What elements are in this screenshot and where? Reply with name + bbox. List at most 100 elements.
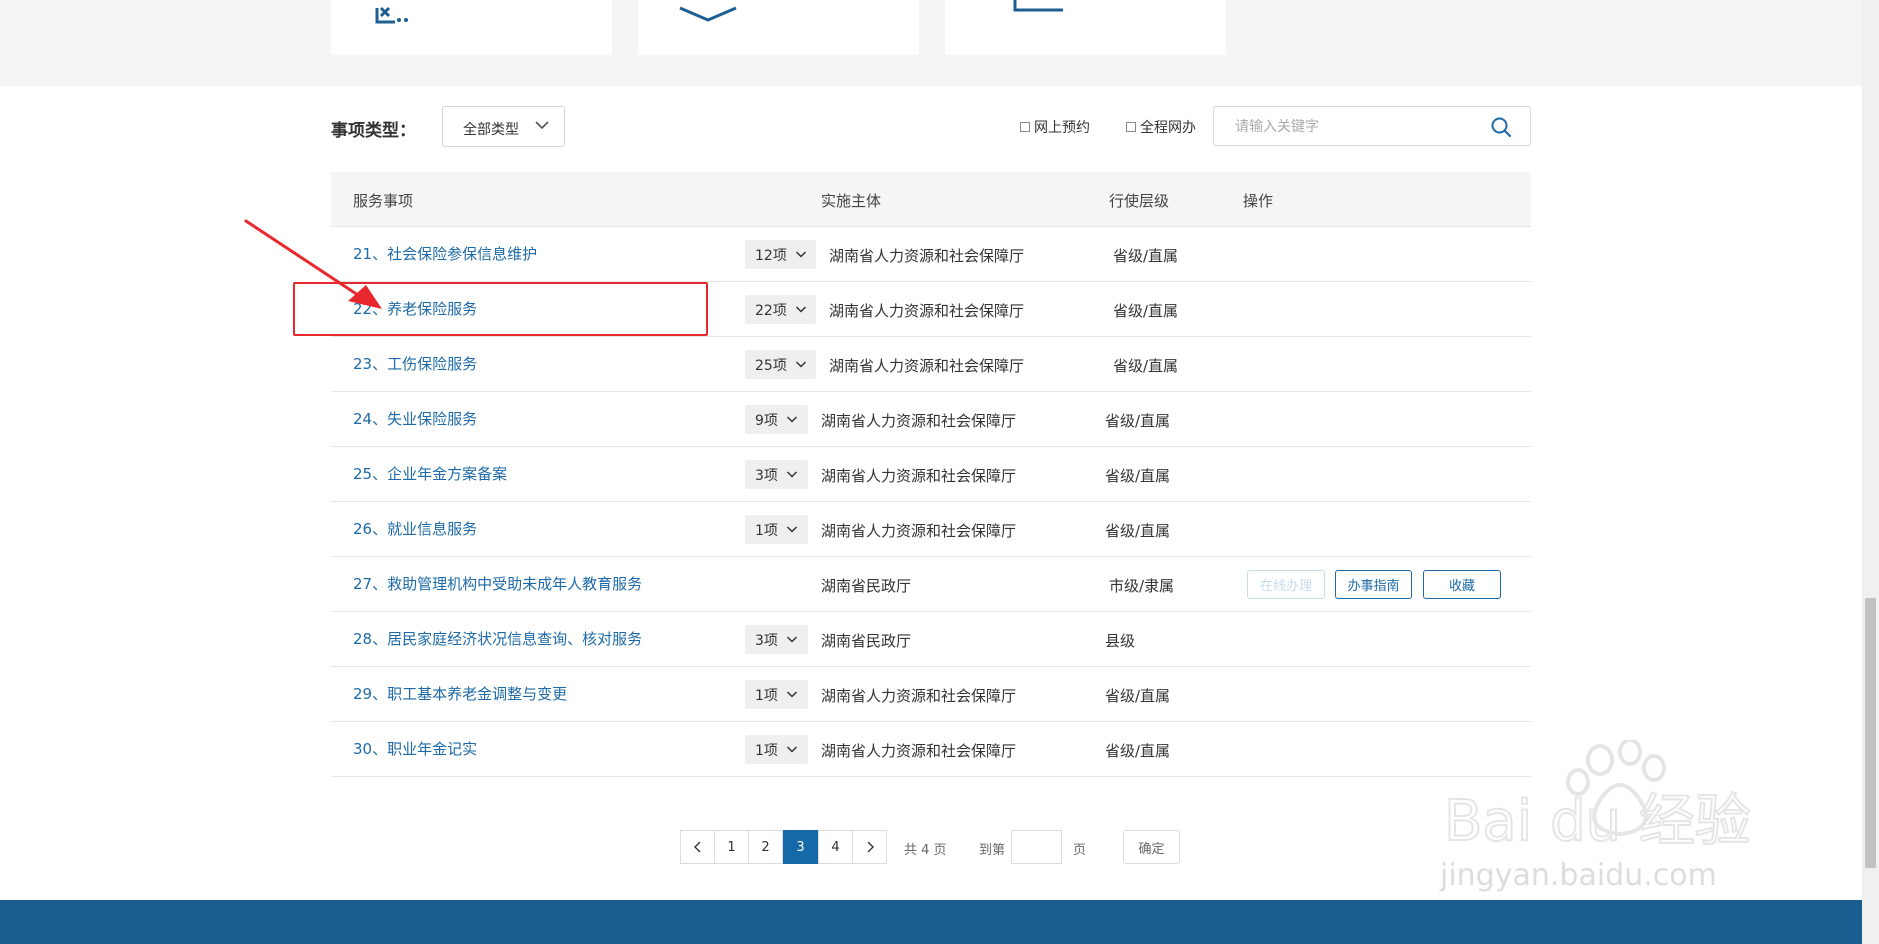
shield-icon	[679, 6, 737, 22]
sub-items-toggle[interactable]: 12项	[745, 240, 816, 269]
header-ops: 操作	[1243, 192, 1274, 210]
level-cell: 省级/直属	[1105, 687, 1171, 705]
chevron-left-icon	[693, 841, 700, 853]
sub-items-toggle[interactable]: 1项	[745, 735, 808, 764]
sub-items-toggle[interactable]: 1项	[745, 680, 808, 709]
page-button[interactable]: 4	[818, 830, 853, 864]
agency-cell: 湖南省人力资源和社会保障厅	[821, 412, 1017, 430]
agency-cell: 湖南省人力资源和社会保障厅	[821, 687, 1017, 705]
service-link[interactable]: 25、企业年金方案备案	[353, 463, 507, 484]
sub-items-count: 1项	[755, 687, 778, 704]
type-filter-select[interactable]: 全部类型	[442, 106, 565, 147]
chevron-down-icon	[795, 250, 806, 258]
sub-items-toggle[interactable]: 25项	[745, 350, 816, 379]
sub-items-count: 3项	[755, 632, 778, 649]
level-cell: 省级/直属	[1113, 247, 1179, 265]
agency-cell: 湖南省人力资源和社会保障厅	[829, 357, 1025, 375]
document-icon	[1013, 0, 1063, 12]
sub-items-toggle[interactable]: 9项	[745, 405, 808, 434]
service-card-3[interactable]	[945, 0, 1226, 55]
full-online-checkbox[interactable]: 全程网办	[1126, 117, 1196, 137]
page-button-current[interactable]: 3	[783, 830, 818, 864]
watermark-url: jingyan.baidu.com	[1440, 858, 1717, 893]
sub-items-toggle[interactable]: 3项	[745, 625, 808, 654]
sub-items-toggle[interactable]: 3项	[745, 460, 808, 489]
online-booking-checkbox[interactable]: 网上预约	[1020, 117, 1090, 137]
chevron-down-icon	[786, 690, 797, 698]
online-booking-label: 网上预约	[1034, 120, 1090, 136]
agency-cell: 湖南省人力资源和社会保障厅	[829, 247, 1025, 265]
search-input[interactable]	[1215, 108, 1507, 146]
table-row: 26、就业信息服务 1项 湖南省人力资源和社会保障厅 省级/直属	[331, 502, 1531, 557]
total-pages-text: 共 4 页	[904, 843, 947, 858]
service-link[interactable]: 30、职业年金记实	[353, 738, 477, 759]
level-cell: 省级/直属	[1105, 742, 1171, 760]
chevron-down-icon	[786, 525, 797, 533]
page-button[interactable]: 2	[748, 830, 783, 864]
agency-cell: 湖南省人力资源和社会保障厅	[821, 742, 1017, 760]
level-cell: 省级/直属	[1113, 357, 1179, 375]
table-row: 25、企业年金方案备案 3项 湖南省人力资源和社会保障厅 省级/直属	[331, 447, 1531, 502]
sub-items-count: 12项	[755, 247, 787, 264]
baidu-jingyan-watermark: Bai du 经验	[1443, 740, 1752, 855]
next-page-button[interactable]	[852, 830, 887, 864]
table-row: 23、工伤保险服务 25项 湖南省人力资源和社会保障厅 省级/直属	[331, 337, 1531, 392]
prev-page-button[interactable]	[680, 830, 715, 864]
table-row: 21、社会保险参保信息维护 12项 湖南省人力资源和社会保障厅 省级/直属	[331, 227, 1531, 282]
chevron-down-icon	[795, 360, 806, 368]
service-link[interactable]: 29、职工基本养老金调整与变更	[353, 683, 567, 704]
search-box	[1213, 106, 1531, 146]
type-filter-label: 事项类型：	[331, 121, 416, 141]
table-row: 29、职工基本养老金调整与变更 1项 湖南省人力资源和社会保障厅 省级/直属	[331, 667, 1531, 722]
page-suffix-label: 页	[1073, 843, 1087, 858]
guide-button[interactable]: 办事指南	[1335, 570, 1412, 599]
favorite-button[interactable]: 收藏	[1423, 570, 1501, 599]
sub-items-count: 1项	[755, 522, 778, 539]
sub-items-count: 9项	[755, 412, 778, 429]
sub-items-toggle[interactable]: 1项	[745, 515, 808, 544]
chevron-down-icon	[786, 635, 797, 643]
chevron-down-icon	[535, 121, 549, 130]
checkbox-box[interactable]	[1126, 122, 1136, 132]
confirm-jump-button[interactable]: 确定	[1123, 830, 1180, 864]
goto-label: 到第	[979, 843, 1006, 858]
level-cell: 省级/直属	[1113, 302, 1179, 320]
level-cell: 省级/直属	[1105, 522, 1171, 540]
page-button[interactable]: 1	[714, 830, 749, 864]
service-link[interactable]: 27、救助管理机构中受助未成年人教育服务	[353, 573, 642, 594]
service-link[interactable]: 23、工伤保险服务	[353, 353, 477, 374]
agency-cell: 湖南省人力资源和社会保障厅	[821, 467, 1017, 485]
sub-items-count: 3项	[755, 467, 778, 484]
service-link[interactable]: 28、居民家庭经济状况信息查询、核对服务	[353, 628, 642, 649]
agency-cell: 湖南省人力资源和社会保障厅	[829, 302, 1025, 320]
agency-cell: 湖南省民政厅	[821, 632, 912, 650]
agency-cell: 湖南省人力资源和社会保障厅	[821, 522, 1017, 540]
chevron-down-icon	[786, 470, 797, 478]
table-row: 27、救助管理机构中受助未成年人教育服务 湖南省民政厅 市级/隶属 在线办理 办…	[331, 557, 1531, 612]
search-icon[interactable]	[1490, 116, 1512, 138]
sub-items-toggle[interactable]: 22项	[745, 295, 816, 324]
footer	[0, 900, 1862, 944]
service-card-2[interactable]	[638, 0, 919, 55]
watermark-logo-text: Bai du 经验	[1444, 789, 1751, 854]
level-cell: 省级/直属	[1105, 467, 1171, 485]
top-band	[0, 0, 1862, 86]
table-header: 服务事项 实施主体 行使层级 操作	[331, 172, 1531, 227]
page-jump-input[interactable]	[1011, 830, 1062, 864]
checkbox-box[interactable]	[1020, 122, 1030, 132]
level-cell: 县级	[1105, 632, 1136, 650]
level-cell: 市级/隶属	[1109, 577, 1175, 595]
sub-items-count: 25项	[755, 357, 787, 374]
level-cell: 省级/直属	[1105, 412, 1171, 430]
transfer-icon	[375, 6, 408, 24]
service-link[interactable]: 26、就业信息服务	[353, 518, 477, 539]
chevron-down-icon	[786, 415, 797, 423]
online-apply-button[interactable]: 在线办理	[1247, 570, 1325, 599]
service-link[interactable]: 24、失业保险服务	[353, 408, 477, 429]
scrollbar-thumb[interactable]	[1865, 598, 1876, 868]
service-card-1[interactable]	[331, 0, 612, 55]
table-row: 24、失业保险服务 9项 湖南省人力资源和社会保障厅 省级/直属	[331, 392, 1531, 447]
full-online-label: 全程网办	[1140, 120, 1196, 136]
header-service: 服务事项	[353, 192, 414, 210]
table-row: 28、居民家庭经济状况信息查询、核对服务 3项 湖南省民政厅 县级	[331, 612, 1531, 667]
